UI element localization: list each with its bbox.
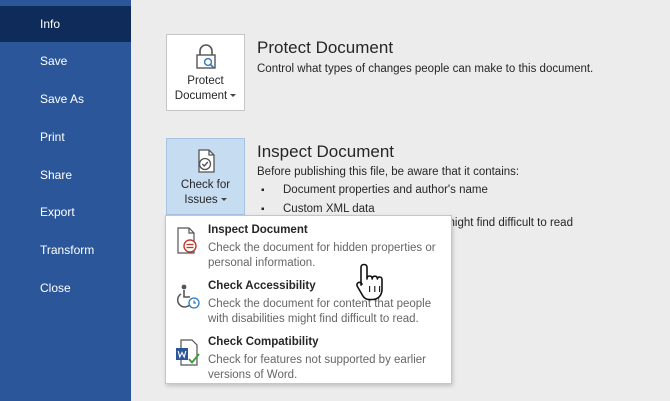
sidebar-item-transform[interactable]: Transform <box>0 232 131 268</box>
accessibility-icon <box>176 284 200 309</box>
lock-search-icon <box>195 44 216 69</box>
protect-button-label-line1: Protect <box>187 75 224 87</box>
list-item: Document properties and author's name <box>261 181 488 200</box>
menu-item-inspect-document[interactable]: Inspect Document Check the document for … <box>166 219 451 275</box>
sidebar-item-save[interactable]: Save <box>0 43 131 79</box>
caret-down-icon <box>220 198 227 202</box>
menu-item-description: Check the document for hidden properties… <box>208 242 436 269</box>
menu-item-title: Check Compatibility <box>208 336 319 348</box>
caret-down-icon <box>230 94 237 98</box>
menu-item-description: Check the document for content that peop… <box>208 298 432 325</box>
sidebar-item-close[interactable]: Close <box>0 270 131 306</box>
check-for-issues-button[interactable]: Check for Issues <box>166 138 245 215</box>
protect-button-label-line2: Document <box>167 89 244 104</box>
sidebar-item-share[interactable]: Share <box>0 157 131 193</box>
menu-item-description: Check for features not supported by earl… <box>208 354 426 381</box>
inspect-document-icon <box>177 227 197 254</box>
sidebar-item-info[interactable]: Info <box>0 6 131 42</box>
backstage-sidebar: Info Save Save As Print Share Export Tra… <box>0 0 131 401</box>
check-document-icon <box>197 149 215 173</box>
sidebar-item-save-as[interactable]: Save As <box>0 81 131 117</box>
protect-document-description: Control what types of changes people can… <box>257 63 594 75</box>
sidebar-item-export[interactable]: Export <box>0 194 131 230</box>
inspect-document-description: Before publishing this file, be aware th… <box>257 166 520 178</box>
inspect-document-title: Inspect Document <box>257 142 395 161</box>
menu-item-check-accessibility[interactable]: Check Accessibility Check the document f… <box>166 275 451 331</box>
check-for-issues-label-line2: Issues <box>167 193 244 208</box>
sidebar-item-print[interactable]: Print <box>0 119 131 155</box>
menu-item-check-compatibility[interactable]: Check Compatibility Check for features n… <box>166 331 451 387</box>
check-for-issues-menu: Inspect Document Check the document for … <box>165 215 452 384</box>
menu-item-title: Check Accessibility <box>208 280 316 292</box>
protect-document-button[interactable]: Protect Document <box>166 34 245 111</box>
word-compatibility-icon <box>176 339 200 366</box>
inspect-bullet-list: Document properties and author's name Cu… <box>261 181 488 219</box>
check-for-issues-label-line1: Check for <box>180 179 231 191</box>
protect-document-title: Protect Document <box>257 38 394 57</box>
hand-pointer-cursor-icon <box>356 263 383 301</box>
menu-item-title: Inspect Document <box>208 224 308 236</box>
